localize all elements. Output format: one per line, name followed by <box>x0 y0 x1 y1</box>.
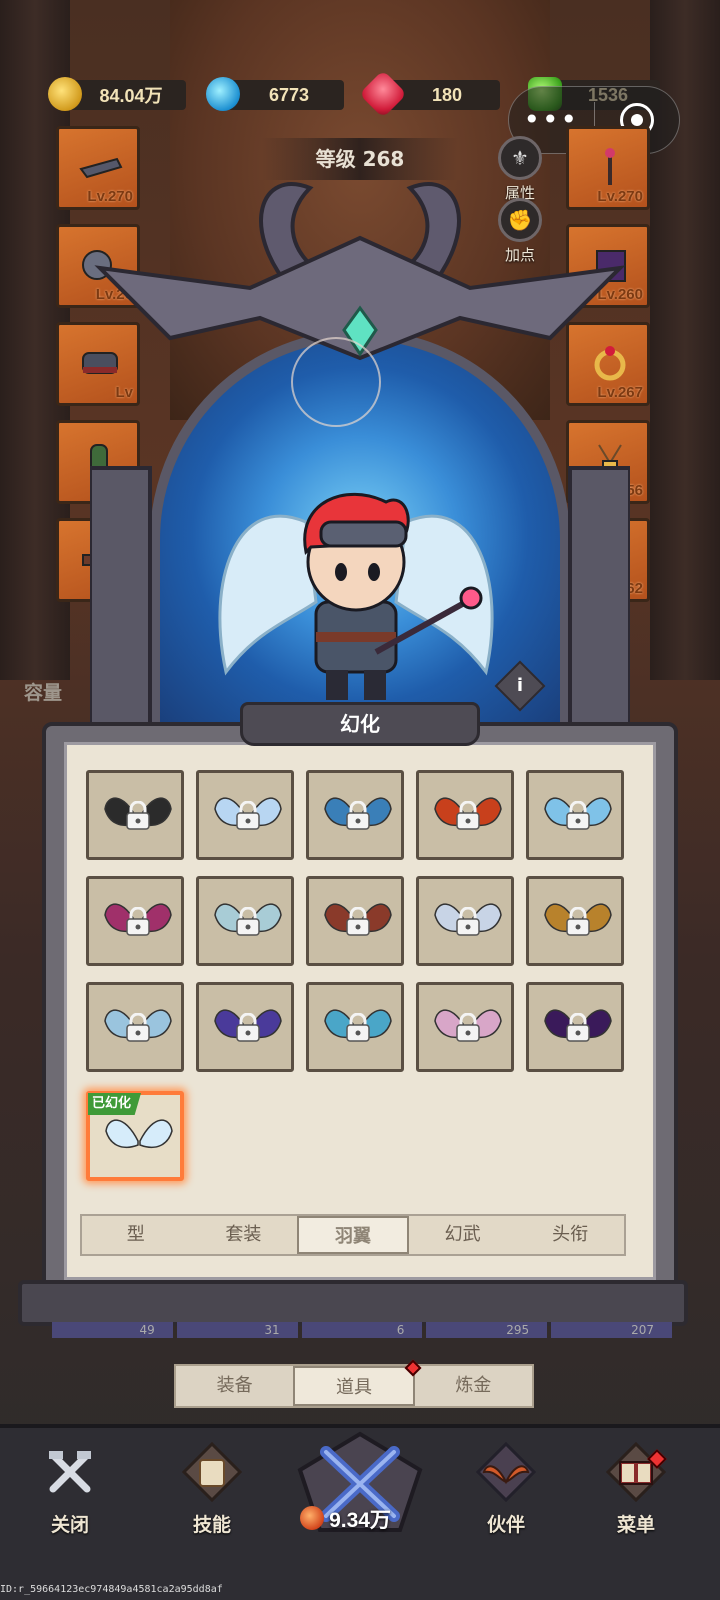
capacity-label: 容量 <box>24 682 63 704</box>
crystal-wing-left <box>218 514 318 676</box>
nav-skills-label: 技能 <box>192 1514 231 1536</box>
hero-character <box>218 492 494 700</box>
lock-icon <box>126 907 150 936</box>
wing-cell[interactable]: 已幻化 <box>86 1091 184 1181</box>
lock-icon <box>566 1013 590 1042</box>
lock-icon <box>346 1013 370 1042</box>
lock-icon <box>566 801 590 830</box>
info-icon: i <box>516 675 524 696</box>
nav-menu[interactable]: 菜单 <box>586 1440 686 1537</box>
tab-outfit[interactable]: 套装 <box>190 1216 298 1254</box>
nav-skills[interactable]: 技能 <box>162 1440 262 1537</box>
wing-cell[interactable] <box>196 982 294 1072</box>
gold-coin-icon <box>48 77 82 111</box>
wing-cell[interactable] <box>306 876 404 966</box>
lock-icon <box>456 907 480 936</box>
lock-icon <box>456 801 480 830</box>
lock-icon <box>236 1013 260 1042</box>
inventory-count: 49 <box>52 1322 173 1338</box>
panel-ledge <box>18 1280 688 1326</box>
tab-title[interactable]: 头衔 <box>516 1216 624 1254</box>
lock-icon <box>456 1013 480 1042</box>
lock-icon <box>346 907 370 936</box>
lock-icon <box>126 1013 150 1042</box>
power-value: 9.34万 <box>329 1509 391 1532</box>
panel-title: 幻化 <box>240 702 480 746</box>
nav-close-label: 关闭 <box>50 1514 89 1536</box>
wardrobe-subtabs: 型 套装 羽翼 幻武 头衔 <box>80 1214 626 1256</box>
diamond-resource[interactable]: 6773 <box>206 77 344 111</box>
inventory-count: 31 <box>176 1322 298 1338</box>
wing-cell[interactable] <box>416 876 514 966</box>
gold-resource[interactable]: 84.04万 <box>48 77 186 111</box>
inventory-row-partial: 49 31 6 295 207 <box>52 1322 672 1338</box>
wing-cell[interactable] <box>416 982 514 1072</box>
inventory-count: 6 <box>301 1322 423 1338</box>
wing-icon <box>105 1119 173 1149</box>
lock-icon <box>346 801 370 830</box>
inventory-count: 295 <box>426 1322 548 1338</box>
staff-orb <box>459 586 483 610</box>
wing-cell[interactable] <box>196 876 294 966</box>
bat-wing-icon <box>474 1440 538 1504</box>
lock-icon <box>236 801 260 830</box>
wing-cell[interactable] <box>306 770 404 860</box>
lock-icon <box>566 907 590 936</box>
wing-cell[interactable] <box>526 876 624 966</box>
wing-cell[interactable] <box>86 982 184 1072</box>
debug-id: ID:r_59664123ec974849a4581ca2a95dd8af <box>0 1584 223 1595</box>
nav-menu-label: 菜单 <box>616 1514 655 1536</box>
helmet-visor <box>319 520 408 548</box>
wing-cell[interactable] <box>416 770 514 860</box>
wing-cell[interactable] <box>306 982 404 1072</box>
tab-equipment[interactable]: 装备 <box>176 1366 293 1406</box>
wing-cell[interactable] <box>86 876 184 966</box>
wing-cell[interactable] <box>196 770 294 860</box>
inventory-count: 207 <box>551 1322 672 1338</box>
lock-icon <box>126 801 150 830</box>
crossed-hammers-icon <box>38 1440 102 1504</box>
tab-items-label: 道具 <box>335 1377 372 1398</box>
ruby-resource[interactable]: 180 <box>358 69 500 119</box>
blue-orb-icon <box>206 77 240 111</box>
ruby-value: 180 <box>431 84 463 105</box>
gold-value: 84.04万 <box>99 86 163 106</box>
nav-close[interactable]: 关闭 <box>20 1440 120 1537</box>
tab-weapon-skin[interactable]: 幻武 <box>409 1216 517 1254</box>
focus-circle <box>291 337 381 427</box>
wing-cell[interactable] <box>526 982 624 1072</box>
scroll-icon <box>180 1440 244 1504</box>
lock-icon <box>236 907 260 936</box>
bag-tabs: 装备 道具 炼金 <box>174 1359 534 1408</box>
wing-cell[interactable] <box>526 770 624 860</box>
tab-wings[interactable]: 羽翼 <box>297 1216 409 1254</box>
tab-items[interactable]: 道具 <box>293 1359 422 1406</box>
diamond-value: 6773 <box>268 84 310 105</box>
wing-cell[interactable] <box>86 770 184 860</box>
tab-hairstyle[interactable]: 型 <box>82 1216 190 1254</box>
transformed-badge: 已幻化 <box>88 1093 142 1115</box>
nav-partner-label: 伙伴 <box>486 1514 525 1536</box>
nav-partner[interactable]: 伙伴 <box>456 1440 556 1537</box>
tab-alchemy[interactable]: 炼金 <box>415 1366 532 1406</box>
